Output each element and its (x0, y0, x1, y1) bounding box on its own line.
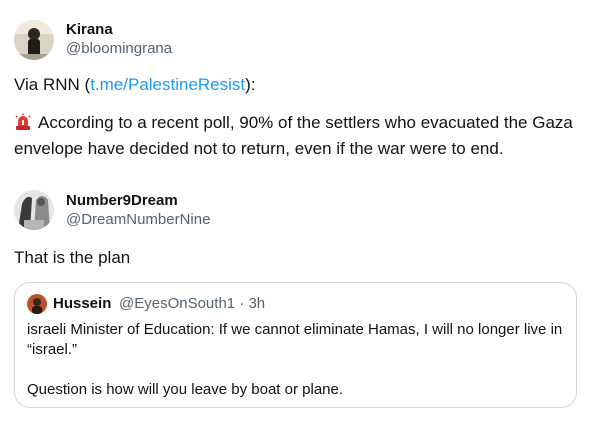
author-name[interactable]: Kirana (66, 21, 113, 38)
quoted-post[interactable]: Hussein @EyesOnSouth1 · 3h israeli Minis… (14, 282, 577, 408)
quoted-text-line1: israeli Minister of Education: If we can… (27, 321, 563, 358)
quoted-text: israeli Minister of Education: If we can… (27, 320, 567, 400)
author-name[interactable]: Number9Dream (66, 192, 178, 209)
post-kirana: Kirana @bloomingrana Via RNN (t.me/Pales… (0, 0, 589, 170)
via-prefix: Via RNN ( (14, 75, 91, 94)
quoted-text-line2: Question is how will you leave by boat o… (27, 381, 344, 398)
avatar[interactable] (27, 294, 47, 314)
author-handle[interactable]: @DreamNumberNine (66, 211, 210, 228)
post-text-line1: Via RNN (t.me/PalestineResist): (14, 73, 574, 96)
author-handle[interactable]: @bloomingrana (66, 40, 172, 57)
post-body-text: According to a recent poll, 90% of the s… (14, 113, 573, 158)
avatar[interactable] (14, 20, 54, 60)
quoted-author-handle[interactable]: @EyesOnSouth1 · 3h (119, 295, 265, 312)
post-body: That is the plan (14, 248, 131, 267)
post-link[interactable]: t.me/PalestineResist (90, 75, 245, 94)
avatar[interactable] (14, 190, 54, 230)
quoted-author-name[interactable]: Hussein (53, 295, 111, 312)
via-suffix: ): (245, 75, 256, 94)
post-body: According to a recent poll, 90% of the s… (14, 111, 574, 160)
siren-icon (14, 113, 32, 137)
